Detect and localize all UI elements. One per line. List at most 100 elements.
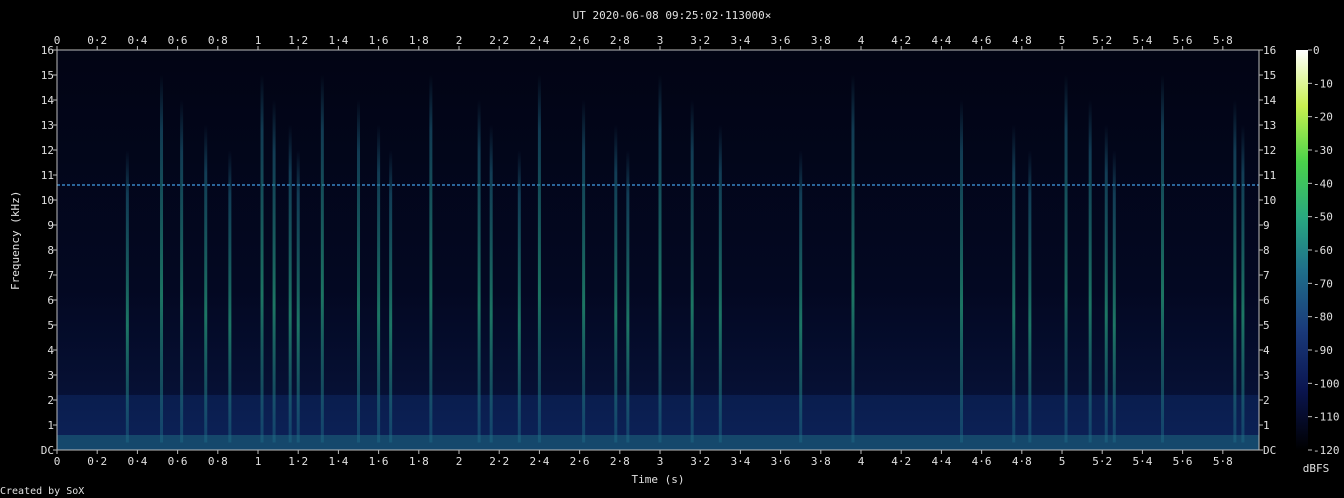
x-tick-label-top: 2·4 xyxy=(529,34,549,47)
y-tick-label-left: DC xyxy=(41,444,54,457)
x-tick-label-bottom: 2·2 xyxy=(489,455,509,468)
transient-click xyxy=(389,150,393,443)
x-tick-label-bottom: 1·2 xyxy=(288,455,308,468)
x-tick-label-bottom: 0·2 xyxy=(87,455,107,468)
transient-click xyxy=(582,100,586,443)
y-tick-label-left: 14 xyxy=(41,94,55,107)
colorbar-gradient xyxy=(1296,50,1308,450)
y-tick-label-right: 8 xyxy=(1263,244,1270,257)
transient-click xyxy=(260,75,264,443)
y-tick-label-left: 2 xyxy=(47,394,54,407)
transient-click xyxy=(288,125,292,443)
x-tick-label-bottom: 0·6 xyxy=(168,455,188,468)
x-tick-label-bottom: 5·4 xyxy=(1132,455,1152,468)
x-tick-label-top: 0·6 xyxy=(168,34,188,47)
y-tick-label-right: 9 xyxy=(1263,219,1270,232)
y-tick-label-left: 7 xyxy=(47,269,54,282)
x-tick-label-top: 0 xyxy=(54,34,61,47)
x-tick-label-bottom: 2·8 xyxy=(610,455,630,468)
transient-click xyxy=(320,75,324,443)
x-tick-label-top: 1·4 xyxy=(328,34,348,47)
x-axis-label: Time (s) xyxy=(631,473,685,486)
x-tick-label-top: 5·2 xyxy=(1092,34,1112,47)
y-tick-label-right: 6 xyxy=(1263,294,1270,307)
y-tick-label-left: 6 xyxy=(47,294,54,307)
transient-click xyxy=(180,100,184,443)
y-tick-label-right: 12 xyxy=(1263,144,1276,157)
colorbar-tick-label: -20 xyxy=(1313,111,1333,124)
y-tick-label-left: 12 xyxy=(41,144,54,157)
x-tick-label-top: 4·2 xyxy=(891,34,911,47)
x-tick-label-top: 0·8 xyxy=(208,34,228,47)
transient-click xyxy=(1112,150,1116,443)
colorbar-tick-label: -100 xyxy=(1313,377,1340,390)
y-tick-label-right: 14 xyxy=(1263,94,1277,107)
x-tick-label-bottom: 4·4 xyxy=(931,455,951,468)
y-tick-label-left: 8 xyxy=(47,244,54,257)
plot-background xyxy=(57,50,1259,450)
x-tick-label-bottom: 3·6 xyxy=(771,455,791,468)
colorbar-unit-label: dBFS xyxy=(1302,462,1330,475)
y-tick-label-right: 13 xyxy=(1263,119,1276,132)
y-tick-label-right: 16 xyxy=(1263,44,1276,57)
x-tick-label-top: 5·6 xyxy=(1173,34,1193,47)
x-tick-label-top: 2·2 xyxy=(489,34,509,47)
colorbar-tick-label: -80 xyxy=(1313,311,1333,324)
colorbar-tick-label: -40 xyxy=(1313,177,1333,190)
x-tick-label-top: 3·2 xyxy=(690,34,710,47)
x-tick-label-top: 1·6 xyxy=(369,34,389,47)
transient-click xyxy=(690,100,694,443)
low-frequency-noise-band xyxy=(57,435,1259,450)
y-tick-label-left: 10 xyxy=(41,194,54,207)
y-axis-label: Frequency (kHz) xyxy=(9,190,22,290)
colorbar-tick-label: -60 xyxy=(1313,244,1333,257)
y-tick-label-right: 4 xyxy=(1263,344,1270,357)
transient-click xyxy=(1028,150,1032,443)
x-tick-label-bottom: 5·6 xyxy=(1173,455,1193,468)
transient-click xyxy=(799,150,803,443)
transient-click xyxy=(228,150,232,443)
transient-click xyxy=(517,150,521,443)
y-tick-label-left: 4 xyxy=(47,344,54,357)
y-tick-label-right: 2 xyxy=(1263,394,1270,407)
x-tick-label-bottom: 3·2 xyxy=(690,455,710,468)
spectrogram-chart: 0 0·2 0·4 0·6 0·8 1 1·2 1·4 1·6 1·8 2 2·2 2·4 2·6 2·8 3… xyxy=(41,34,1340,468)
x-tick-label-bottom: 2·6 xyxy=(570,455,590,468)
x-tick-label-top: 3·8 xyxy=(811,34,831,47)
x-tick-label-bottom: 2 xyxy=(456,455,463,468)
y-tick-label-left: 9 xyxy=(47,219,54,232)
transient-click xyxy=(125,150,129,443)
x-tick-label-bottom: 3·4 xyxy=(730,455,750,468)
y-tick-label-left: 11 xyxy=(41,169,54,182)
colorbar-ticks: 0 -10 -20 -30 -40 -50 -60 -70 -80 -90 -100 -110 -120 xyxy=(1308,44,1340,457)
x-tick-label-top: 4·8 xyxy=(1012,34,1032,47)
x-tick-label-top: 4·6 xyxy=(972,34,992,47)
x-tick-label-bottom: 5 xyxy=(1059,455,1066,468)
transient-click xyxy=(357,100,361,443)
y-tick-label-left: 5 xyxy=(47,319,54,332)
x-tick-label-bottom: 4·8 xyxy=(1012,455,1032,468)
x-tick-label-top: 0·4 xyxy=(127,34,147,47)
transient-click xyxy=(1088,100,1092,443)
x-tick-label-bottom: 0·4 xyxy=(127,455,147,468)
transient-click xyxy=(160,75,164,443)
transient-click xyxy=(537,75,541,443)
colorbar-tick-label: -50 xyxy=(1313,211,1333,224)
x-tick-label-bottom: 0 xyxy=(54,455,61,468)
x-tick-label-top: 1·8 xyxy=(409,34,429,47)
x-tick-label-top: 4·4 xyxy=(931,34,951,47)
y-tick-label-right: 10 xyxy=(1263,194,1276,207)
x-tick-label-top: 3 xyxy=(657,34,664,47)
x-tick-label-top: 2·8 xyxy=(610,34,630,47)
transient-click xyxy=(626,150,630,443)
transient-click xyxy=(477,100,481,443)
y-tick-label-left: 15 xyxy=(41,69,54,82)
transient-click xyxy=(1233,100,1237,443)
transient-click xyxy=(658,75,662,443)
y-tick-label-right: 15 xyxy=(1263,69,1276,82)
x-tick-label-top: 5·8 xyxy=(1213,34,1233,47)
colorbar-tick-label: -10 xyxy=(1313,77,1333,90)
x-tick-label-bottom: 1 xyxy=(255,455,262,468)
y-tick-label-right: 1 xyxy=(1263,419,1270,432)
x-ticks-bottom: 0 0·2 0·4 0·6 0·8 1 1·2 1·4 1·6 1·8 2 2·2 2·4 2·6 2·8 3… xyxy=(54,450,1233,468)
